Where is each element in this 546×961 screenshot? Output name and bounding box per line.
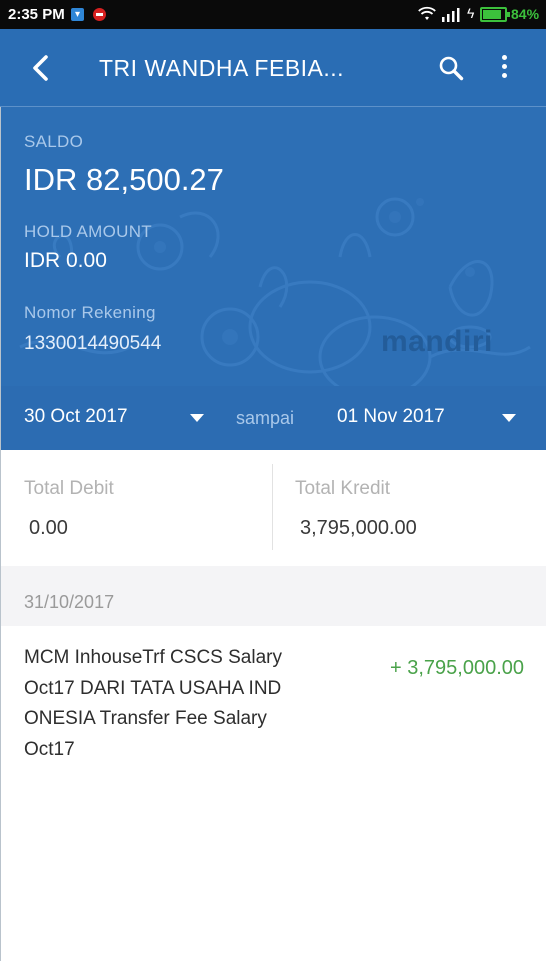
app-bar: TRI WANDHA FEBIA... — [0, 29, 546, 107]
battery-icon — [480, 7, 510, 22]
totals-summary: Total Debit 0.00 Total Kredit 3,795,000.… — [0, 450, 546, 566]
mandiri-logo: mandiri — [381, 325, 493, 358]
chevron-down-icon[interactable] — [190, 414, 204, 422]
saldo-value: IDR 82,500.27 — [24, 162, 224, 197]
screen-edge — [0, 107, 1, 961]
search-icon[interactable] — [438, 55, 464, 81]
total-debit-value: 0.00 — [29, 517, 68, 539]
transaction-description: MCM InhouseTrf CSCS Salary Oct17 DARI TA… — [24, 647, 282, 760]
date-range-separator: sampai — [236, 408, 295, 428]
date-from-select[interactable]: 30 Oct 2017 — [24, 406, 128, 428]
back-icon[interactable] — [27, 51, 57, 85]
signal-icon — [442, 8, 460, 22]
chevron-down-icon[interactable] — [502, 414, 516, 422]
page-title: TRI WANDHA FEBIA... — [99, 55, 345, 81]
charging-icon: ϟ — [467, 5, 475, 21]
total-kredit-value: 3,795,000.00 — [300, 517, 417, 539]
status-bar: 2:35 PM ▾ ϟ 84% — [0, 0, 546, 29]
hold-amount-label: HOLD AMOUNT — [24, 222, 152, 241]
battery-percent: 84% — [511, 6, 540, 22]
hold-amount-value: IDR 0.00 — [24, 249, 107, 272]
status-time: 2:35 PM — [8, 6, 65, 23]
wifi-icon — [418, 6, 436, 20]
date-range-bar: 30 Oct 2017 sampai 01 Nov 2017 — [0, 386, 546, 450]
total-kredit-label: Total Kredit — [295, 478, 391, 499]
more-vert-icon[interactable] — [496, 55, 512, 83]
transaction-date: 31/10/2017 — [24, 592, 115, 612]
record-icon — [93, 8, 106, 21]
battery-fill — [483, 10, 501, 19]
saldo-label: SALDO — [24, 132, 84, 151]
transaction-row[interactable]: MCM InhouseTrf CSCS Salary Oct17 DARI TA… — [0, 626, 546, 776]
transaction-date-header: 31/10/2017 — [0, 566, 546, 626]
transaction-amount: + 3,795,000.00 — [389, 657, 524, 679]
date-to-select[interactable]: 01 Nov 2017 — [337, 406, 445, 428]
account-number-value: 1330014490544 — [24, 333, 162, 354]
total-debit-label: Total Debit — [24, 478, 114, 499]
notification-icon: ▾ — [71, 8, 84, 21]
account-number-label: Nomor Rekening — [24, 303, 156, 322]
divider — [272, 464, 273, 550]
account-balance-card: SALDO IDR 82,500.27 HOLD AMOUNT IDR 0.00… — [0, 107, 546, 386]
